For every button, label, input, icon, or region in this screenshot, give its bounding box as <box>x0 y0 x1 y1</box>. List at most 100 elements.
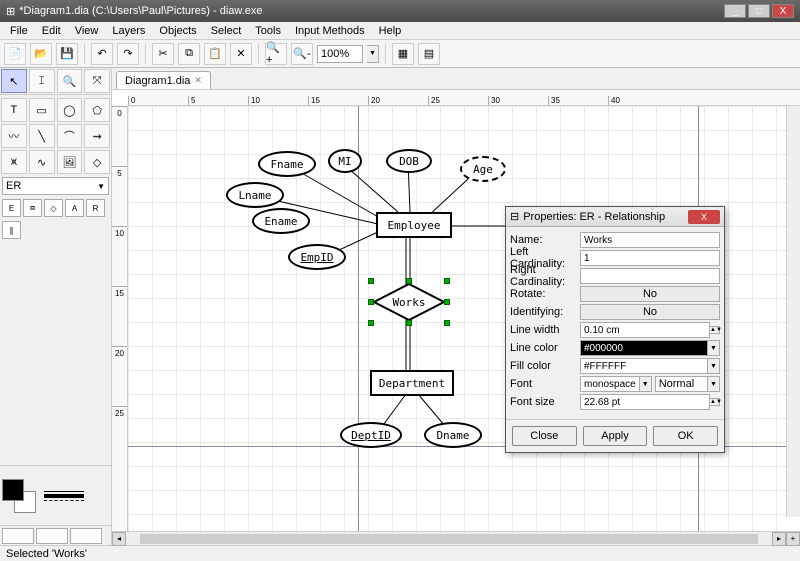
attr-age-derived[interactable]: Age <box>460 156 506 182</box>
rotate-toggle[interactable]: No <box>580 286 720 302</box>
scroll-right-button[interactable]: ▸ <box>772 532 786 546</box>
polygon-tool[interactable]: ⬠ <box>84 98 110 122</box>
menu-edit[interactable]: Edit <box>36 24 67 38</box>
end-arrow-selector[interactable] <box>70 528 102 544</box>
font-family-dropdown[interactable]: ▼ <box>640 376 652 392</box>
text-tool[interactable]: T <box>1 98 27 122</box>
menu-file[interactable]: File <box>4 24 34 38</box>
attr-ename[interactable]: Ename <box>252 208 310 234</box>
magnify-tool[interactable]: 🔍 <box>57 69 83 93</box>
attr-deptid-key[interactable]: DeptID <box>340 422 402 448</box>
menu-select[interactable]: Select <box>205 24 248 38</box>
outline-tool[interactable]: ◇ <box>84 150 110 174</box>
identifying-toggle[interactable]: No <box>580 304 720 320</box>
redo-button[interactable]: ↷ <box>117 43 139 65</box>
horizontal-ruler: 0510 152025 303540 <box>128 90 800 106</box>
ellipse-tool[interactable]: ◯ <box>57 98 83 122</box>
linewidth-field[interactable]: 0.10 cm <box>580 322 710 338</box>
cut-button[interactable]: ✂ <box>152 43 174 65</box>
paste-button[interactable]: 📋 <box>204 43 226 65</box>
arc-tool[interactable]: ⌒ <box>57 124 83 148</box>
maximize-button[interactable]: □ <box>748 4 770 18</box>
layers-button[interactable]: ▤ <box>418 43 440 65</box>
line-style-preview[interactable] <box>44 491 84 501</box>
pointer-tool[interactable]: ↖ <box>1 69 27 93</box>
fillcolor-dropdown[interactable]: ▼ <box>708 358 720 374</box>
name-field[interactable]: Works <box>580 232 720 248</box>
menu-input-methods[interactable]: Input Methods <box>289 24 371 38</box>
zoom-in-button[interactable]: 🔍+ <box>265 43 287 65</box>
menu-tools[interactable]: Tools <box>249 24 287 38</box>
scroll-corner-button[interactable]: + <box>786 532 800 546</box>
attr-dname[interactable]: Dname <box>424 422 482 448</box>
new-button[interactable]: 📄 <box>4 43 26 65</box>
line-style-selector[interactable] <box>36 528 68 544</box>
menu-objects[interactable]: Objects <box>153 24 202 38</box>
tab-close-icon[interactable]: ✕ <box>194 75 202 86</box>
zoom-field[interactable]: 100% <box>317 45 363 63</box>
attr-empid-key[interactable]: EmpID <box>288 244 346 270</box>
attr-lname[interactable]: Lname <box>226 182 284 208</box>
bezierline-tool[interactable]: ∿ <box>29 150 55 174</box>
fontsize-spinner[interactable]: ▲▼ <box>710 398 720 406</box>
vertical-scrollbar[interactable] <box>786 106 800 517</box>
zigzag-tool[interactable]: ⇝ <box>84 124 110 148</box>
copy-button[interactable]: ⧉ <box>178 43 200 65</box>
delete-button[interactable]: ✕ <box>230 43 252 65</box>
zoom-out-button[interactable]: 🔍- <box>291 43 313 65</box>
linecolor-dropdown[interactable]: ▼ <box>708 340 720 356</box>
polyline-tool[interactable]: ⩙ <box>1 150 27 174</box>
shape-set-selector[interactable]: ER ▼ <box>2 177 109 195</box>
fg-swatch[interactable] <box>2 479 24 501</box>
font-style-field[interactable]: Normal <box>655 376 708 392</box>
fontsize-field[interactable]: 22.68 pt <box>580 394 710 410</box>
properties-dialog[interactable]: ⊟ Properties: ER - Relationship X Name: … <box>505 206 725 453</box>
entity-employee[interactable]: Employee <box>376 212 452 238</box>
save-button[interactable]: 💾 <box>56 43 78 65</box>
open-button[interactable]: 📂 <box>30 43 52 65</box>
font-style-dropdown[interactable]: ▼ <box>708 376 720 392</box>
right-card-field[interactable] <box>580 268 720 284</box>
dialog-apply-button[interactable]: Apply <box>583 426 648 446</box>
dialog-close-action-button[interactable]: Close <box>512 426 577 446</box>
menu-help[interactable]: Help <box>373 24 408 38</box>
minimize-button[interactable]: _ <box>724 4 746 18</box>
dialog-ok-button[interactable]: OK <box>653 426 718 446</box>
left-card-field[interactable]: 1 <box>580 250 720 266</box>
tab-strip: Diagram1.dia ✕ <box>112 68 800 90</box>
entity-department[interactable]: Department <box>370 370 454 396</box>
attr-dob[interactable]: DOB <box>386 149 432 173</box>
er-entity-tool[interactable]: E <box>2 199 21 217</box>
text-edit-tool[interactable]: 𝙸 <box>29 69 55 93</box>
linewidth-spinner[interactable]: ▲▼ <box>710 326 720 334</box>
scroll-tool[interactable]: ⤧ <box>84 69 110 93</box>
fg-bg-swatches[interactable] <box>2 479 36 513</box>
relationship-works[interactable]: Works <box>372 282 446 322</box>
menu-layers[interactable]: Layers <box>106 24 151 38</box>
rect-tool[interactable]: ▭ <box>29 98 55 122</box>
menu-view[interactable]: View <box>69 24 105 38</box>
scroll-left-button[interactable]: ◂ <box>112 532 126 546</box>
start-arrow-selector[interactable] <box>2 528 34 544</box>
line-tool[interactable]: ╲ <box>29 124 55 148</box>
close-button[interactable]: X <box>772 4 794 18</box>
attr-fname[interactable]: Fname <box>258 151 316 177</box>
diagram-tab[interactable]: Diagram1.dia ✕ <box>116 71 211 89</box>
grid-toggle-button[interactable]: ▦ <box>392 43 414 65</box>
attr-mi[interactable]: MI <box>328 149 362 173</box>
linecolor-field[interactable]: #000000 <box>580 340 708 356</box>
undo-button[interactable]: ↶ <box>91 43 113 65</box>
font-family-field[interactable]: monospace <box>580 376 640 392</box>
er-attribute-tool[interactable]: A <box>65 199 84 217</box>
er-weak-entity-tool[interactable]: ⧈ <box>23 199 42 217</box>
image-tool[interactable]: 🖼 <box>57 150 83 174</box>
bezier-tool[interactable]: 〰 <box>1 124 27 148</box>
er-relationship-tool[interactable]: ◇ <box>44 199 63 217</box>
dialog-titlebar[interactable]: ⊟ Properties: ER - Relationship X <box>506 207 724 227</box>
zoom-dropdown[interactable]: ▼ <box>367 45 379 63</box>
er-multivalue-tool[interactable]: ∥ <box>2 221 21 239</box>
er-participation-tool[interactable]: R <box>86 199 105 217</box>
horizontal-scrollbar[interactable]: ◂ ▸ + <box>112 531 800 545</box>
fillcolor-field[interactable]: #FFFFFF <box>580 358 708 374</box>
dialog-close-button[interactable]: X <box>688 210 720 224</box>
